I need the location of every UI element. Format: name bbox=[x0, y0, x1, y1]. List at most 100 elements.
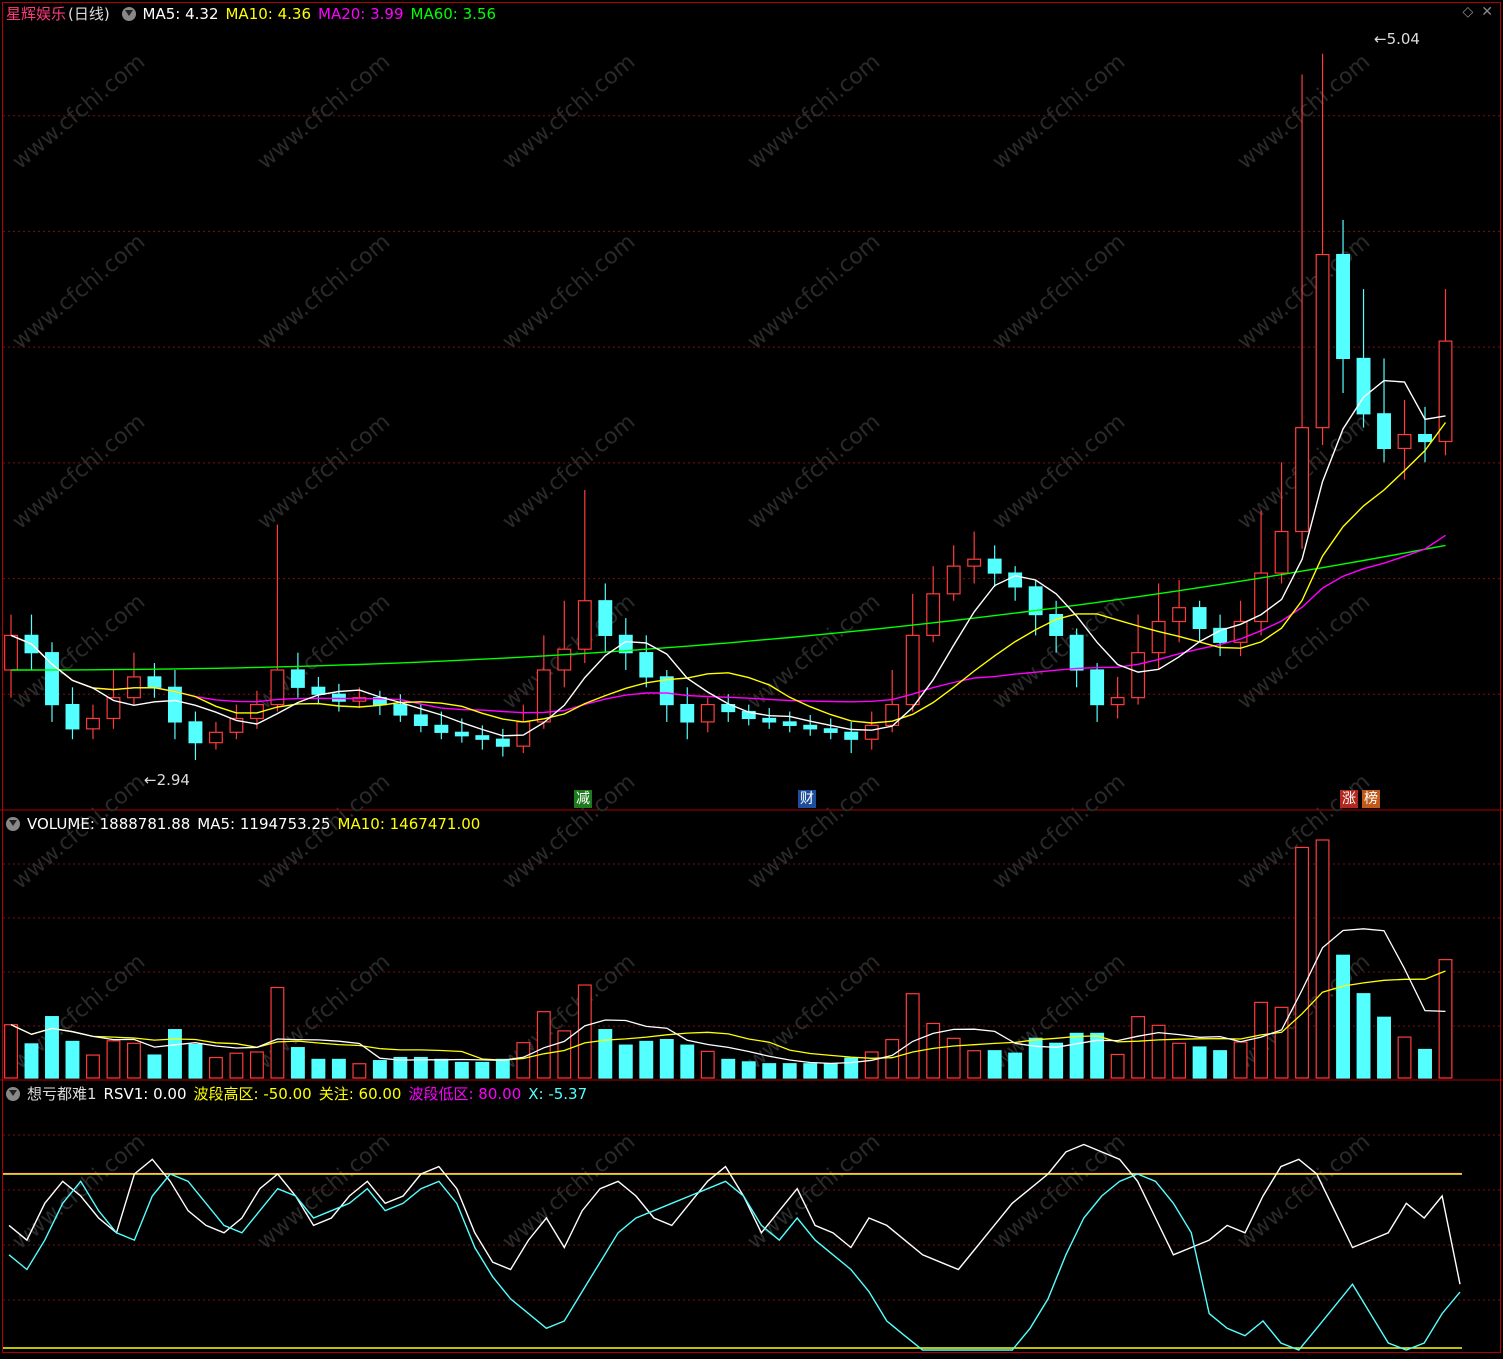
volume-bar-down bbox=[782, 1063, 797, 1079]
volume-bar-up bbox=[536, 1011, 551, 1079]
candle-down bbox=[639, 652, 654, 678]
candle-up bbox=[967, 558, 982, 567]
watermark-text: www.cfchi.com bbox=[498, 229, 640, 354]
volume-dropdown-icon[interactable] bbox=[6, 817, 20, 831]
volume-bar-up bbox=[1233, 1041, 1248, 1079]
volume-bar-up bbox=[1254, 1001, 1269, 1079]
watermark-text: www.cfchi.com bbox=[743, 49, 885, 174]
ma5-line bbox=[10, 379, 1446, 737]
volume-bar-up bbox=[270, 986, 285, 1079]
candle-down bbox=[598, 600, 613, 636]
volume-bar-up bbox=[127, 1042, 141, 1079]
candle-up bbox=[1315, 253, 1330, 429]
watermark-text: www.cfchi.com bbox=[253, 409, 395, 534]
candle-up bbox=[86, 717, 100, 730]
close-icon[interactable]: ✕ bbox=[1481, 4, 1493, 20]
candle-down bbox=[188, 721, 203, 744]
ma60-line bbox=[11, 544, 1446, 671]
volume-bar-down bbox=[24, 1043, 39, 1079]
watermark-text: www.cfchi.com bbox=[988, 769, 1130, 894]
indicator-rsv-line bbox=[8, 1143, 1461, 1285]
candle-down bbox=[1192, 607, 1207, 630]
candle-up bbox=[536, 669, 551, 723]
volume-bar-down bbox=[741, 1061, 756, 1079]
volume-bar-down bbox=[721, 1058, 736, 1079]
volume-bar-down bbox=[188, 1043, 203, 1079]
ma20-line bbox=[10, 534, 1446, 714]
indicator-name[interactable]: 想亏都难1 bbox=[27, 1085, 97, 1103]
volume-bar-up bbox=[926, 1022, 941, 1079]
indicator-panel-header: 想亏都难1 RSV1: 0.00 波段高区: -50.00 关注: 60.00 波段低区… bbox=[6, 1083, 594, 1105]
volume-bar-down bbox=[311, 1058, 326, 1079]
ma-legend-item-1: MA10: 4.36 bbox=[225, 5, 311, 23]
candle-up bbox=[208, 731, 223, 744]
volume-bar-down bbox=[1049, 1042, 1064, 1079]
watermark-text: www.cfchi.com bbox=[988, 229, 1130, 354]
event-tag-finance[interactable]: 财 bbox=[798, 790, 816, 808]
chart-canvas[interactable]: www.cfchi.com www.cfchi.com www.cfchi.com w… bbox=[0, 0, 1503, 1355]
watermark-text: www.cfchi.com bbox=[988, 409, 1130, 534]
candle-up bbox=[1110, 697, 1125, 706]
volume-bar-down bbox=[434, 1058, 449, 1079]
watermark-text: www.cfchi.com bbox=[498, 769, 640, 894]
volume-bar-down bbox=[1008, 1052, 1023, 1079]
indicator-dropdown-icon[interactable] bbox=[6, 1087, 20, 1101]
volume-bar-down bbox=[1336, 954, 1350, 1079]
volume-bar-down bbox=[147, 1054, 162, 1079]
ma10-line bbox=[10, 422, 1447, 724]
volume-ma10: MA10: 1467471.00 bbox=[337, 815, 481, 833]
candle-up bbox=[1151, 620, 1166, 654]
volume-bar-down bbox=[372, 1060, 387, 1079]
candle-down bbox=[393, 704, 408, 716]
candle-down bbox=[823, 728, 838, 733]
volume-bar-down bbox=[495, 1058, 510, 1079]
volume-bar-up bbox=[249, 1051, 264, 1079]
candle-up bbox=[1397, 433, 1412, 450]
volume-bar-down bbox=[454, 1061, 469, 1079]
volume-bar-up bbox=[905, 993, 920, 1079]
stock-name[interactable]: 星辉娱乐 bbox=[6, 5, 66, 23]
candle-down bbox=[65, 704, 80, 730]
candle-up bbox=[4, 634, 18, 671]
volume-bar-down bbox=[1213, 1050, 1228, 1079]
volume-bar-down bbox=[1377, 1016, 1391, 1079]
low-price-marker: ←2.94 bbox=[144, 771, 190, 789]
settings-dropdown-icon[interactable] bbox=[121, 7, 136, 21]
watermark-text: www.cfchi.com bbox=[498, 49, 640, 174]
candle-down bbox=[803, 724, 818, 730]
watermark-text: www.cfchi.com bbox=[743, 409, 885, 534]
indicator-x-line bbox=[8, 1173, 1461, 1351]
volume-bar-up bbox=[86, 1054, 100, 1079]
event-tag-reduce[interactable]: 减 bbox=[574, 790, 592, 808]
volume-bar-up bbox=[1397, 1036, 1412, 1079]
period-label[interactable]: (日线) bbox=[68, 5, 110, 23]
volume-bar-up bbox=[967, 1050, 982, 1079]
watermark-text: www.cfchi.com bbox=[253, 229, 395, 354]
volume-bar-down bbox=[659, 1038, 674, 1079]
event-tag-limit-up[interactable]: 涨 bbox=[1340, 790, 1358, 808]
candle-down bbox=[844, 731, 859, 740]
volume-bar-down bbox=[45, 1016, 59, 1079]
diamond-icon[interactable]: ◇ bbox=[1462, 4, 1473, 20]
event-tag-rank-list[interactable]: 榜 bbox=[1362, 790, 1380, 808]
volume-bar-up bbox=[4, 1024, 18, 1079]
watermark-text: www.cfchi.com bbox=[743, 1129, 885, 1254]
ma-legend-item-3: MA60: 3.56 bbox=[410, 5, 497, 23]
watermark-text: www.cfchi.com bbox=[8, 229, 150, 354]
indicator-low-zone: 波段低区: 80.00 bbox=[408, 1085, 522, 1103]
candle-down bbox=[1418, 433, 1432, 443]
watermark-text: www.cfchi.com bbox=[988, 49, 1130, 174]
watermark-text: www.cfchi.com bbox=[988, 1129, 1130, 1254]
volume-bar-down bbox=[331, 1058, 346, 1079]
indicator-rsv: RSV1: 0.00 bbox=[103, 1085, 187, 1103]
watermark-text: www.cfchi.com bbox=[1233, 49, 1375, 174]
candle-up bbox=[1131, 652, 1146, 699]
candle-down bbox=[413, 714, 428, 726]
volume-bar-up bbox=[229, 1052, 244, 1079]
volume-panel-header: VOLUME: 1888781.88 MA5: 1194753.25 MA10: 1… bbox=[6, 813, 487, 835]
ma-legend-item-2: MA20: 3.99 bbox=[318, 5, 404, 23]
volume-bar-up bbox=[946, 1037, 961, 1079]
volume-bar-down bbox=[823, 1063, 838, 1079]
ma-legend-item-0: MA5: 4.32 bbox=[142, 5, 219, 23]
watermark-text: www.cfchi.com bbox=[743, 949, 885, 1074]
